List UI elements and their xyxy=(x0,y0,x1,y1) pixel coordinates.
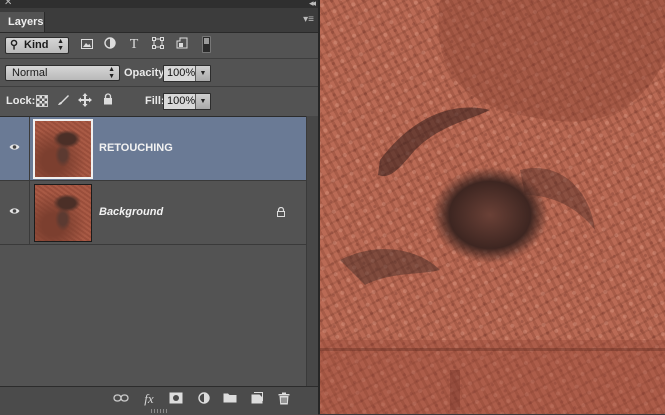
kind-filter-label: Kind xyxy=(24,39,49,51)
layer-name[interactable]: Background xyxy=(99,206,163,218)
chevron-updown-icon: ▲ ▼ xyxy=(108,66,115,80)
opacity-label: Opacity: xyxy=(124,67,169,79)
opacity-value: 100% xyxy=(167,67,196,79)
opacity-field[interactable]: 100% ▼ xyxy=(163,65,211,82)
lock-label: Lock: xyxy=(6,95,36,107)
fx-label: fx xyxy=(144,391,154,406)
fill-value: 100% xyxy=(167,95,196,107)
lock-transparent-pixels-icon[interactable] xyxy=(36,95,48,107)
smart-object-filter-icon[interactable] xyxy=(174,37,190,53)
layers-panel: ✕ ◂◂ Layers ▾≡ ⚲ Kind ▲ ▼ T Normal ▲ ▼ O… xyxy=(0,0,319,415)
kind-filter-select[interactable]: ⚲ Kind ▲ ▼ xyxy=(5,37,69,54)
layer-list: RETOUCHING Background xyxy=(0,116,306,387)
layer-thumbnail[interactable] xyxy=(34,184,92,242)
layer-thumbnail[interactable] xyxy=(33,119,93,179)
layer-row-background[interactable]: Background xyxy=(0,181,306,245)
lock-icon xyxy=(277,207,285,217)
lock-image-pixels-icon[interactable] xyxy=(56,93,70,107)
panel-menu-icon[interactable]: ▾≡ xyxy=(303,14,314,25)
link-layers-icon[interactable] xyxy=(113,392,129,406)
resize-grip[interactable] xyxy=(151,409,167,413)
layer-name[interactable]: RETOUCHING xyxy=(99,142,173,154)
new-group-icon[interactable] xyxy=(222,392,238,406)
delete-icon[interactable] xyxy=(276,392,292,406)
image-filter-icon[interactable] xyxy=(79,37,95,53)
lock-row: Lock: Fill: 100% ▼ xyxy=(0,87,318,115)
blend-mode-value: Normal xyxy=(12,67,48,79)
document-canvas[interactable] xyxy=(320,0,665,414)
panel-footer: fx xyxy=(0,386,318,415)
eye-icon xyxy=(9,144,20,150)
fill-label: Fill: xyxy=(145,95,165,107)
lock-all-icon[interactable] xyxy=(101,93,115,107)
panel-titlebar: ✕ ◂◂ xyxy=(0,0,318,8)
visibility-toggle[interactable] xyxy=(0,181,30,244)
layer-row-retouching[interactable]: RETOUCHING xyxy=(0,117,306,181)
tab-layers-label: Layers xyxy=(8,16,44,28)
shape-filter-icon[interactable] xyxy=(150,37,166,53)
filter-toggle[interactable] xyxy=(202,36,211,53)
fx-icon[interactable]: fx xyxy=(141,392,157,406)
chevron-updown-icon: ▲ ▼ xyxy=(57,38,64,52)
fill-field[interactable]: 100% ▼ xyxy=(163,93,211,110)
new-layer-icon[interactable] xyxy=(249,392,265,406)
blend-mode-select[interactable]: Normal ▲ ▼ xyxy=(5,65,120,81)
tab-layers[interactable]: Layers xyxy=(0,12,45,32)
lock-position-icon[interactable] xyxy=(78,93,92,107)
chevron-down-icon[interactable]: ▼ xyxy=(195,94,210,109)
eye-icon xyxy=(9,208,20,214)
canvas-image xyxy=(320,0,665,414)
filter-row: ⚲ Kind ▲ ▼ T xyxy=(0,33,318,58)
blend-row: Normal ▲ ▼ Opacity: 100% ▼ xyxy=(0,59,318,86)
type-filter-icon[interactable]: T xyxy=(126,37,142,53)
chevron-down-icon[interactable]: ▼ xyxy=(195,66,210,81)
search-icon: ⚲ xyxy=(10,39,19,51)
panel-tab-row: Layers ▾≡ xyxy=(0,8,318,33)
adjustment-filter-icon[interactable] xyxy=(102,37,118,53)
adjustment-layer-icon[interactable] xyxy=(196,392,212,406)
visibility-toggle[interactable] xyxy=(0,117,30,180)
add-mask-icon[interactable] xyxy=(168,392,184,406)
